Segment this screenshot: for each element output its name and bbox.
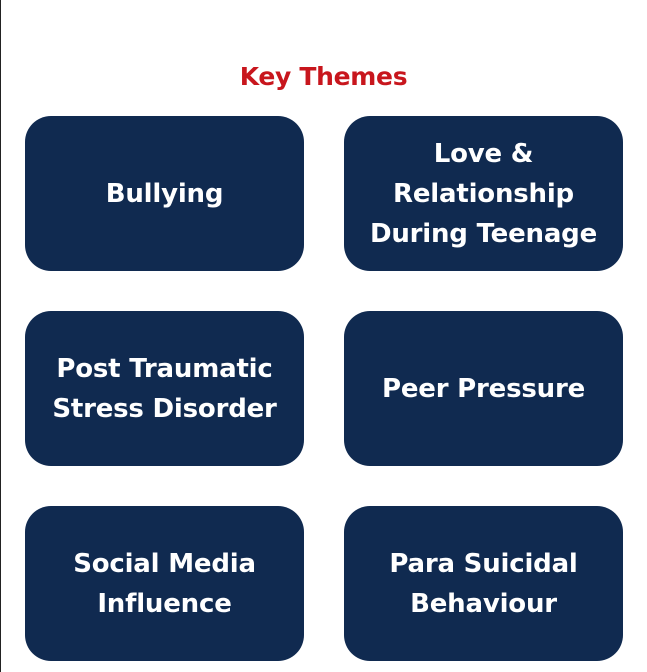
page-title: Key Themes [239, 62, 408, 91]
theme-card-label: Peer Pressure [381, 373, 586, 404]
theme-card-ptsd[interactable]: Post Traumatic Stress Disorder [25, 311, 304, 466]
left-border-divider [0, 0, 1, 672]
theme-card-social-media[interactable]: Social Media Influence [25, 506, 304, 661]
theme-card-love-relationship[interactable]: Love & Relationship During Teenage [344, 116, 623, 271]
theme-card-label: Bullying [105, 178, 224, 209]
theme-card-label: Love & Relationship During Teenage [369, 138, 598, 249]
theme-card-peer-pressure[interactable]: Peer Pressure [344, 311, 623, 466]
theme-card-label: Post Traumatic Stress Disorder [52, 353, 277, 424]
theme-card-label: Social Media Influence [73, 548, 256, 619]
theme-card-label: Para Suicidal Behaviour [389, 548, 578, 619]
theme-card-para-suicidal[interactable]: Para Suicidal Behaviour [344, 506, 623, 661]
theme-card-bullying[interactable]: Bullying [25, 116, 304, 271]
